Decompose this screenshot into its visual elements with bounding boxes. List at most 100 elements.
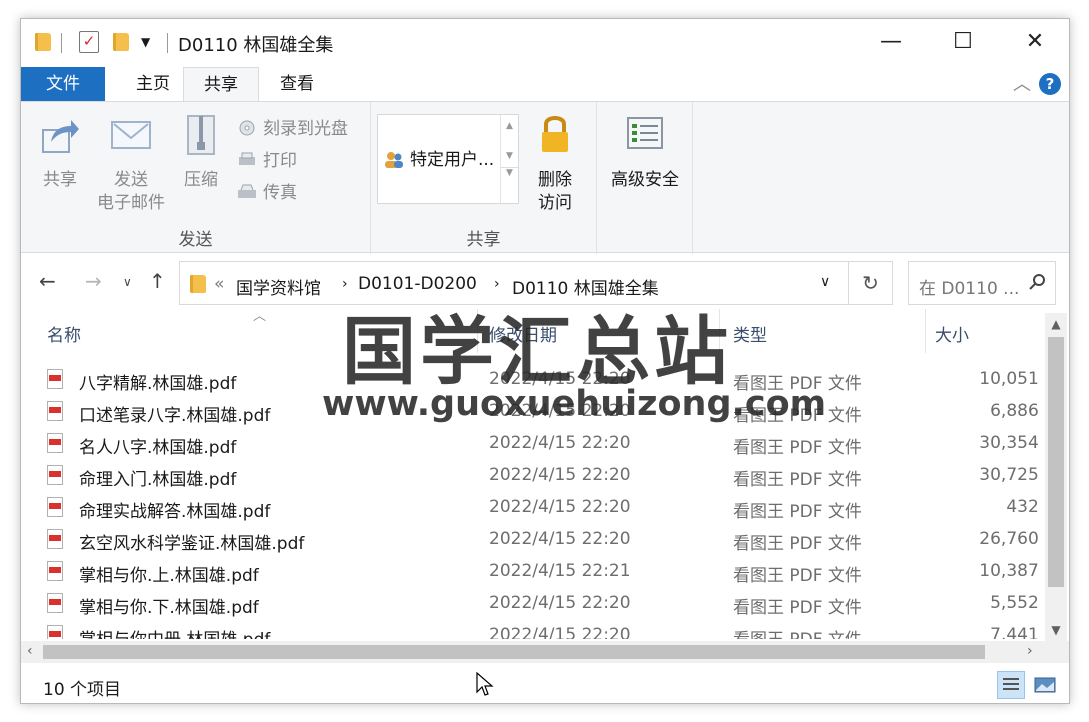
overflow-chevron[interactable]: « — [214, 274, 224, 294]
scroll-up-icon[interactable]: ▲ — [1045, 317, 1067, 331]
file-row[interactable]: 掌相与你中册.林国雄.pdf 2022/4/15 22:20 看图王 PDF 文件 7… — [47, 619, 1043, 639]
details-view-icon[interactable] — [997, 671, 1025, 699]
file-type: 看图王 PDF 文件 — [733, 566, 862, 586]
column-header-type[interactable]: 类型 — [733, 321, 767, 346]
collapse-ribbon-icon[interactable]: ︿ — [1013, 70, 1031, 96]
title-bar: ✓ ▼ D0110 林国雄全集 — ☐ ✕ — [21, 19, 1069, 67]
up-arrow-icon[interactable]: ↑ — [149, 269, 166, 293]
file-size: 30,354 KB — [979, 433, 1043, 453]
file-size: 10,387 KB — [979, 561, 1043, 581]
share-button[interactable]: 共享 — [31, 112, 89, 192]
ribbon-group-share: 特定用户... ▲ ▼ ▼ 删除 访问 共享 — [371, 102, 597, 254]
file-row[interactable]: 命理实战解答.林国雄.pdf 2022/4/15 22:20 看图王 PDF 文件 4… — [47, 491, 1043, 523]
breadcrumb-separator-icon[interactable]: › — [342, 276, 348, 292]
file-row[interactable]: 掌相与你.上.林国雄.pdf 2022/4/15 22:21 看图王 PDF 文件 1… — [47, 555, 1043, 587]
printer-icon — [239, 152, 255, 165]
column-header-size[interactable]: 大小 — [935, 321, 969, 346]
recent-locations-chevron-icon[interactable]: ∨ — [123, 275, 132, 289]
file-row[interactable]: 掌相与你.下.林国雄.pdf 2022/4/15 22:20 看图王 PDF 文件 5… — [47, 587, 1043, 619]
scroll-up-icon: ▲ — [506, 121, 513, 131]
file-name: 玄空风水科学鉴证.林国雄.pdf — [79, 534, 305, 554]
file-row[interactable]: 玄空风水科学鉴证.林国雄.pdf 2022/4/15 22:20 看图王 PDF 文… — [47, 523, 1043, 555]
file-name: 掌相与你.下.林国雄.pdf — [79, 598, 259, 618]
file-row[interactable]: 命理入门.林国雄.pdf 2022/4/15 22:20 看图王 PDF 文件 30,… — [47, 459, 1043, 491]
pdf-file-icon — [47, 433, 63, 453]
lock-icon — [542, 116, 568, 152]
file-date: 2022/4/15 22:20 — [489, 465, 631, 485]
new-folder-icon[interactable] — [113, 33, 129, 51]
pdf-file-icon — [47, 529, 63, 549]
file-size: 7,441 KB — [990, 625, 1043, 639]
file-type: 看图王 PDF 文件 — [733, 502, 862, 522]
file-size: 10,051 KB — [979, 369, 1043, 389]
scroll-down-icon[interactable]: ▼ — [1045, 623, 1067, 637]
file-date: 2022/4/15 22:20 — [489, 497, 631, 517]
file-date: 2022/4/15 22:20 — [489, 529, 631, 549]
minimize-button[interactable]: — — [869, 25, 913, 59]
file-type: 看图王 PDF 文件 — [733, 470, 862, 490]
pdf-file-icon — [47, 625, 63, 639]
send-group-label: 发送 — [178, 230, 213, 250]
tab-file[interactable]: 文件 — [21, 67, 105, 101]
scroll-left-icon[interactable]: ‹ — [27, 643, 33, 659]
burn-disc-button[interactable]: 刻录到光盘 — [237, 114, 348, 139]
pdf-file-icon — [47, 593, 63, 613]
window-title: D0110 林国雄全集 — [178, 35, 334, 56]
item-count: 10 个项目 — [43, 680, 122, 700]
file-type: 看图王 PDF 文件 — [733, 438, 862, 458]
vertical-scroll-thumb[interactable] — [1048, 337, 1064, 587]
pdf-file-icon — [47, 561, 63, 581]
scroll-right-icon[interactable]: › — [1027, 643, 1033, 659]
vertical-scrollbar[interactable]: ▲ ▼ — [1045, 313, 1067, 641]
horizontal-scroll-thumb[interactable] — [43, 645, 985, 659]
fax-button[interactable]: 传真 — [237, 178, 297, 203]
watermark-url: www.guoxuehuizong.com — [322, 384, 827, 424]
file-date: 2022/4/15 22:20 — [489, 593, 631, 613]
divider — [167, 33, 168, 53]
divider — [61, 33, 62, 53]
remove-access-button[interactable]: 删除 访问 — [529, 112, 581, 215]
horizontal-scrollbar[interactable]: ‹ › — [21, 641, 1045, 663]
back-arrow-icon[interactable]: ← — [39, 269, 56, 293]
breadcrumb-item[interactable]: D0101-D0200 — [358, 274, 477, 294]
print-button[interactable]: 打印 — [237, 146, 297, 171]
customize-toolbar-chevron-icon[interactable]: ▼ — [141, 35, 150, 59]
tab-share[interactable]: 共享 — [183, 67, 259, 101]
file-name: 命理入门.林国雄.pdf — [79, 470, 237, 490]
refresh-icon[interactable]: ↻ — [849, 261, 893, 305]
expand-icon: ▼ — [501, 167, 518, 178]
file-name: 八字精解.林国雄.pdf — [79, 374, 237, 394]
folder-icon — [35, 33, 51, 51]
large-icons-view-icon[interactable] — [1031, 671, 1059, 699]
breadcrumb-separator-icon[interactable]: › — [494, 276, 500, 292]
pdf-file-icon — [47, 401, 63, 421]
pdf-file-icon — [47, 497, 63, 517]
column-divider[interactable] — [925, 309, 926, 353]
users-icon — [385, 152, 403, 168]
fax-icon — [238, 184, 256, 198]
tab-home[interactable]: 主页 — [117, 67, 189, 101]
help-icon[interactable]: ? — [1039, 73, 1061, 95]
file-date: 2022/4/15 22:20 — [489, 625, 631, 639]
file-row[interactable]: 名人八字.林国雄.pdf 2022/4/15 22:20 看图王 PDF 文件 30,… — [47, 427, 1043, 459]
advanced-security-button[interactable]: 高级安全 — [601, 112, 689, 192]
email-button[interactable]: 发送 电子邮件 — [91, 112, 171, 215]
share-with-list[interactable]: 特定用户... ▲ ▼ ▼ — [377, 114, 519, 204]
breadcrumb-item[interactable]: 国学资料馆 — [236, 274, 321, 299]
file-date: 2022/4/15 22:21 — [489, 561, 631, 581]
ribbon: 共享 发送 电子邮件 压缩 刻录到光盘 打印 传真 发送 特定用户... ▲ ▼… — [21, 101, 1069, 254]
share-specific-user-item[interactable]: 特定用户... — [384, 145, 494, 170]
forward-arrow-icon[interactable]: → — [85, 269, 102, 293]
properties-icon[interactable]: ✓ — [79, 31, 99, 53]
file-name: 命理实战解答.林国雄.pdf — [79, 502, 271, 522]
share-list-scrollbar[interactable]: ▲ ▼ ▼ — [500, 115, 518, 203]
scroll-corner — [1045, 641, 1069, 663]
column-header-name[interactable]: 名称 — [47, 321, 81, 346]
maximize-button[interactable]: ☐ — [941, 25, 985, 59]
search-input[interactable]: 在 D0110 ... — [908, 261, 1056, 305]
zip-button[interactable]: 压缩 — [175, 112, 227, 192]
file-date: 2022/4/15 22:20 — [489, 433, 631, 453]
tab-view[interactable]: 查看 — [261, 67, 333, 101]
close-button[interactable]: ✕ — [1013, 25, 1057, 59]
address-dropdown-chevron-icon[interactable]: ∨ — [820, 274, 830, 290]
